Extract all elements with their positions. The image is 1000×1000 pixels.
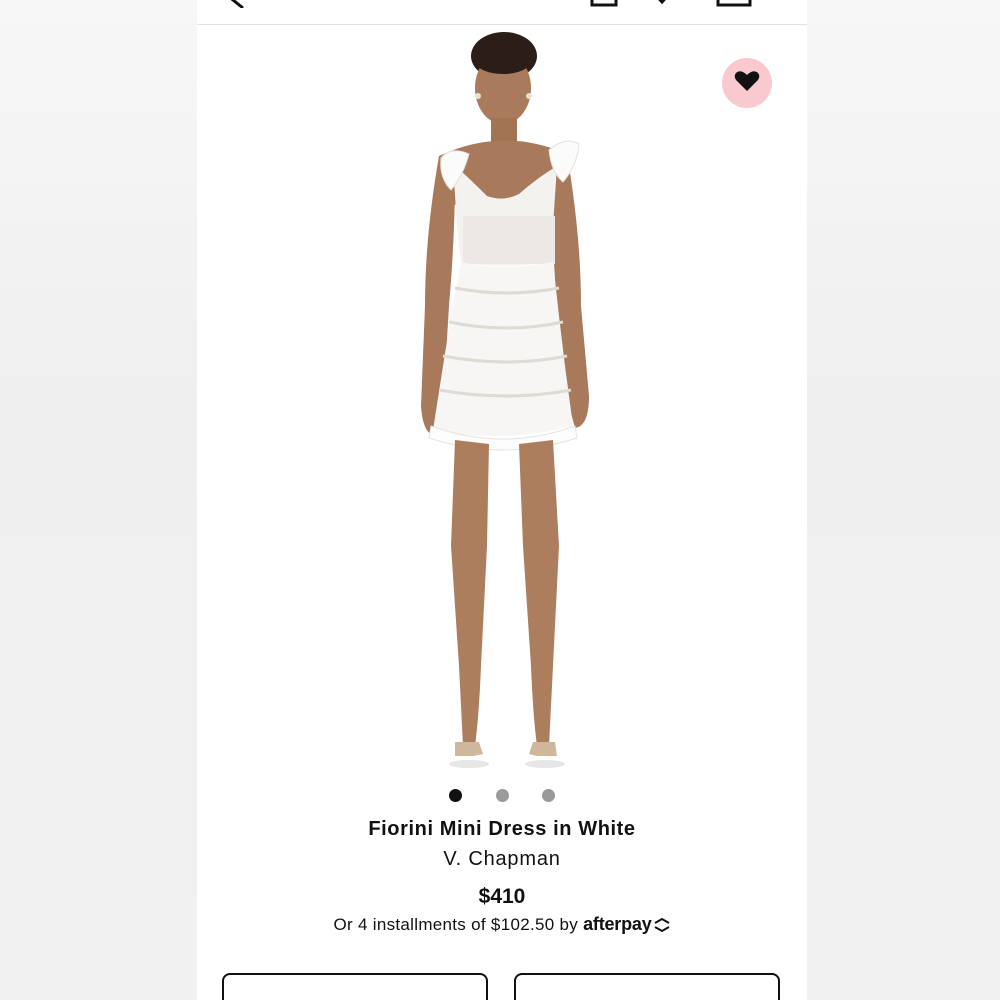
size-select[interactable]	[514, 973, 780, 1000]
product-price: $410	[478, 885, 526, 908]
backdrop-right	[807, 0, 1000, 1000]
product-image[interactable]	[377, 26, 627, 778]
account-icon[interactable]	[589, 0, 621, 12]
pagination-dot[interactable]	[542, 789, 555, 802]
product-page: Fiorini Mini Dress in White V. Chapman $…	[197, 0, 807, 1000]
color-select[interactable]	[222, 973, 488, 1000]
heart-icon[interactable]	[649, 0, 675, 12]
backdrop-left	[0, 0, 197, 1000]
installments-text: Or 4 installments of $102.50 by	[333, 915, 579, 934]
bag-icon[interactable]	[715, 0, 755, 12]
afterpay-logo-text[interactable]: afterpay	[583, 914, 652, 934]
installments-line: Or 4 installments of $102.50 by afterpay	[197, 914, 807, 938]
image-pagination	[197, 789, 807, 803]
afterpay-arrows-icon	[653, 917, 671, 938]
wishlist-button[interactable]	[722, 58, 772, 108]
heart-icon	[734, 70, 760, 96]
pagination-dot[interactable]	[496, 789, 509, 802]
product-title: Fiorini Mini Dress in White	[368, 818, 636, 840]
product-brand[interactable]: V. Chapman	[197, 848, 807, 871]
top-nav-bar	[197, 0, 807, 25]
pagination-dot-active[interactable]	[449, 789, 462, 802]
back-icon[interactable]	[225, 0, 255, 12]
